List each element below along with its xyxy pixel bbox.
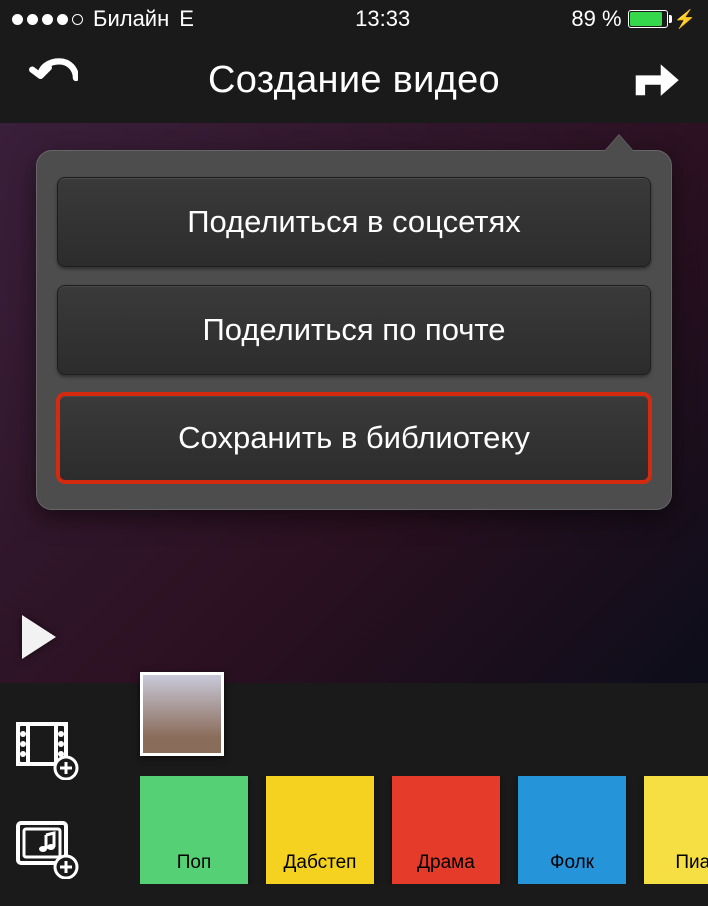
share-social-label: Поделиться в соцсетях bbox=[187, 204, 521, 240]
audio-tile-pop[interactable]: Поп bbox=[140, 776, 248, 884]
audio-tile-piano[interactable]: Пиан bbox=[644, 776, 708, 884]
page-title: Создание видео bbox=[78, 59, 630, 102]
audio-tile-folk[interactable]: Фолк bbox=[518, 776, 626, 884]
audio-tile-label: Фолк bbox=[550, 852, 594, 874]
status-right: 89 % ⚡ bbox=[571, 6, 696, 32]
battery-fill bbox=[630, 12, 662, 26]
battery-percent-label: 89 % bbox=[571, 6, 621, 32]
add-video-button[interactable] bbox=[16, 722, 80, 785]
audio-tile-dubstep[interactable]: Дабстеп bbox=[266, 776, 374, 884]
nav-bar: Создание видео bbox=[0, 38, 708, 123]
audio-style-row[interactable]: Поп Дабстеп Драма Фолк Пиан bbox=[140, 776, 708, 884]
share-button[interactable] bbox=[630, 53, 680, 108]
share-popover: Поделиться в соцсетях Поделиться по почт… bbox=[36, 150, 672, 510]
add-music-button[interactable] bbox=[16, 821, 80, 884]
undo-icon bbox=[28, 53, 78, 103]
share-email-label: Поделиться по почте bbox=[202, 312, 505, 348]
clip-thumbnail-row bbox=[140, 672, 224, 756]
save-library-button[interactable]: Сохранить в библиотеку bbox=[57, 393, 651, 483]
music-plus-icon bbox=[16, 821, 80, 879]
network-type-label: E bbox=[179, 6, 194, 32]
save-library-label: Сохранить в библиотеку bbox=[178, 420, 530, 456]
audio-tile-label: Драма bbox=[417, 852, 475, 874]
clip-thumbnail[interactable] bbox=[140, 672, 224, 756]
back-button[interactable] bbox=[28, 53, 78, 108]
status-bar: Билайн E 13:33 89 % ⚡ bbox=[0, 0, 708, 38]
audio-tile-label: Дабстеп bbox=[284, 852, 357, 874]
share-social-button[interactable]: Поделиться в соцсетях bbox=[57, 177, 651, 267]
signal-strength-icon bbox=[12, 14, 83, 25]
audio-tile-drama[interactable]: Драма bbox=[392, 776, 500, 884]
battery-icon bbox=[628, 10, 668, 28]
play-icon[interactable] bbox=[22, 615, 56, 659]
charging-icon: ⚡ bbox=[674, 9, 696, 30]
film-plus-icon bbox=[16, 722, 80, 780]
audio-tile-label: Поп bbox=[177, 852, 212, 874]
share-icon bbox=[630, 53, 680, 103]
share-email-button[interactable]: Поделиться по почте bbox=[57, 285, 651, 375]
carrier-label: Билайн bbox=[93, 6, 169, 32]
audio-tile-label: Пиан bbox=[675, 852, 708, 874]
status-left: Билайн E bbox=[12, 6, 194, 32]
side-tool-column bbox=[16, 722, 80, 884]
clock-label: 13:33 bbox=[355, 6, 410, 32]
